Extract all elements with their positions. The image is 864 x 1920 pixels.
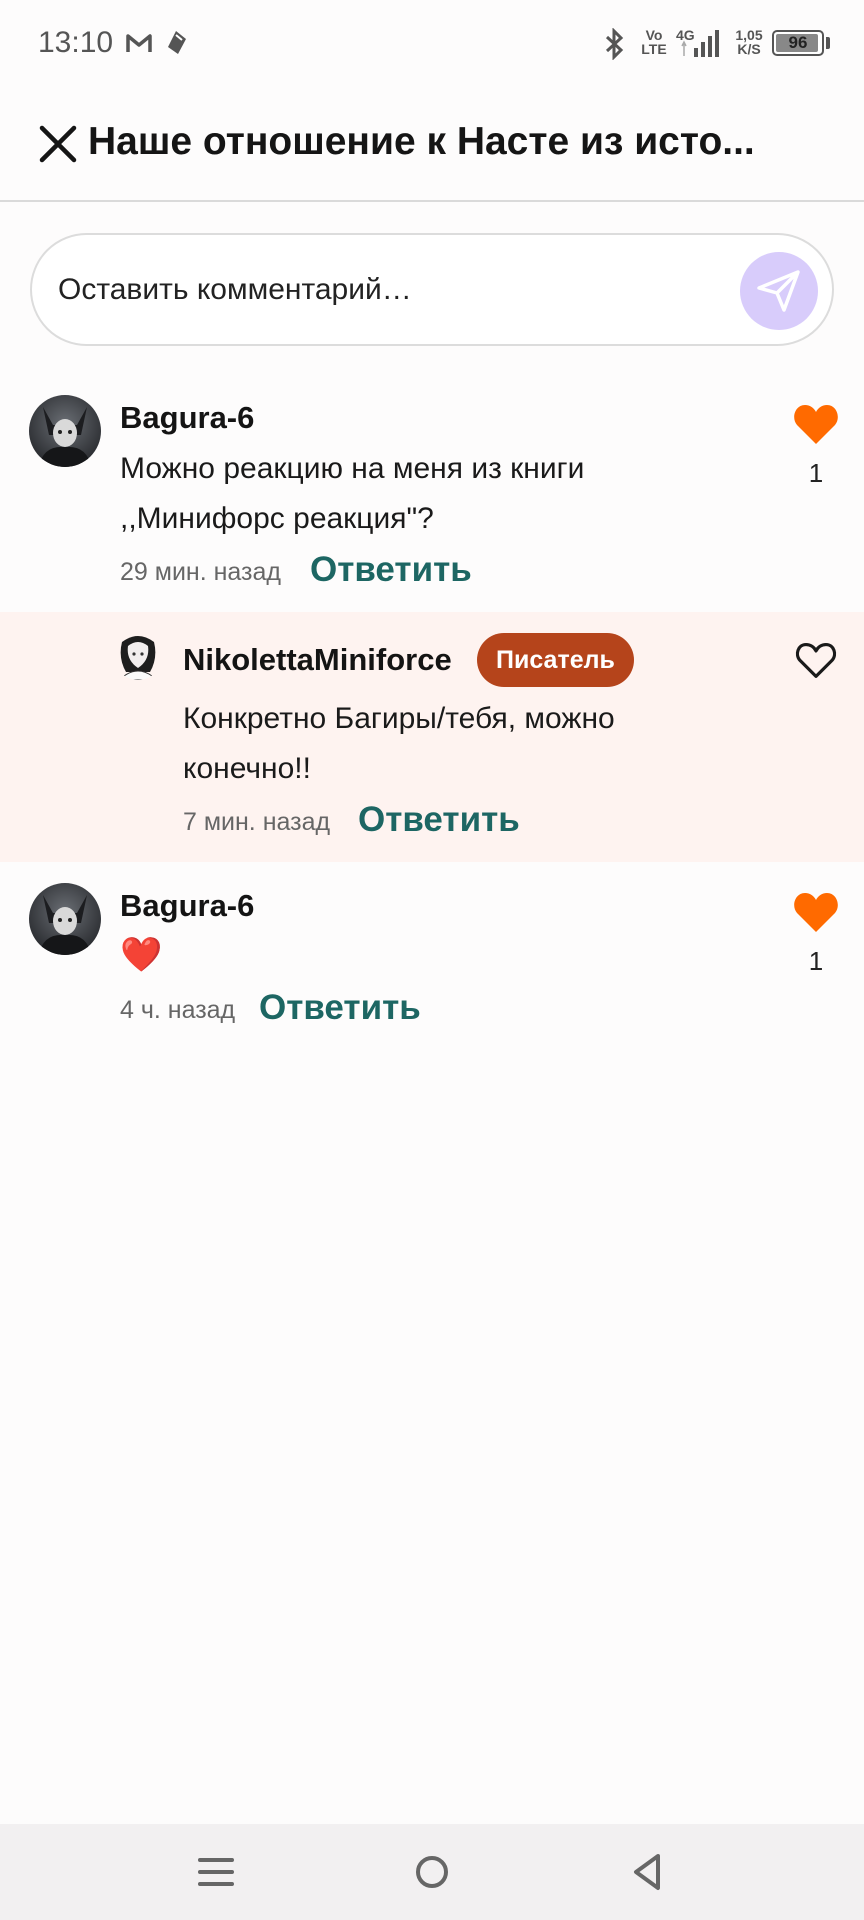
avatar-image [29, 883, 101, 955]
status-time: 13:10 [38, 26, 114, 59]
battery-icon: 96 [772, 30, 824, 56]
reply-button[interactable]: Ответить [310, 550, 472, 590]
heart-filled-icon [794, 893, 838, 932]
reply-item: NikolettaMiniforce Писатель Конкретно Ба… [0, 612, 864, 862]
back-button[interactable] [620, 1846, 676, 1898]
reply-button[interactable]: Ответить [259, 988, 421, 1028]
heart-filled-icon [794, 405, 838, 444]
comment-time: 4 ч. назад [120, 996, 236, 1024]
menu-icon [198, 1858, 234, 1886]
comment-item: Bagura-6 ❤️ 4 ч. назад Ответить 1 [0, 866, 864, 1046]
net-speed-unit: K/S [737, 41, 761, 57]
send-button[interactable] [740, 252, 818, 330]
send-icon [757, 270, 800, 312]
status-bar: 13:10 Vo LTE 4G 1,05 K/S 96 [0, 0, 864, 88]
net-speed: 1,05 K/S [732, 28, 766, 56]
menu-button[interactable] [188, 1846, 244, 1898]
avatar-image [114, 632, 162, 680]
battery-level: 96 [788, 33, 808, 52]
bluetooth-icon [605, 28, 624, 60]
comment-box [30, 233, 834, 346]
reply-button[interactable]: Ответить [358, 800, 520, 840]
home-button[interactable] [404, 1846, 460, 1898]
like-count: 1 [808, 458, 824, 488]
reply-text: Конкретно Багиры/тебя, можно конечно!! [183, 702, 615, 785]
comment-input[interactable] [58, 267, 708, 313]
comment-text: ❤️ [120, 936, 163, 974]
like-button[interactable] [792, 402, 840, 446]
writer-badge: Писатель [477, 633, 634, 687]
heart-outline-icon [795, 642, 837, 678]
header: Наше отношение к Насте из исто... [0, 100, 864, 202]
avatar[interactable] [29, 395, 101, 467]
comment-text: Можно реакцию на меня из книги ,,Минифор… [120, 452, 585, 535]
comment-username[interactable]: Bagura-6 [120, 400, 254, 436]
comment-time: 29 мин. назад [120, 558, 281, 586]
volte-label: Vo LTE [640, 28, 668, 56]
volte-bottom: LTE [641, 41, 667, 57]
page-title: Наше отношение к Насте из исто... [88, 120, 755, 163]
comment-item: Bagura-6 Можно реакцию на меня из книги … [0, 380, 864, 610]
reply-username[interactable]: NikolettaMiniforce [183, 642, 452, 678]
avatar-image [29, 395, 101, 467]
system-nav-bar [0, 1824, 864, 1920]
reply-time: 7 мин. назад [183, 808, 331, 836]
like-button[interactable] [794, 640, 838, 680]
battery-tip [826, 37, 830, 49]
like-button[interactable] [792, 890, 840, 934]
close-button[interactable] [34, 120, 82, 168]
like-count: 1 [808, 946, 824, 976]
notification-app-icon [168, 31, 186, 54]
back-icon [634, 1854, 660, 1890]
avatar[interactable] [29, 883, 101, 955]
comment-username[interactable]: Bagura-6 [120, 888, 254, 924]
gmail-icon [126, 34, 152, 52]
home-icon [416, 1856, 448, 1888]
avatar[interactable] [114, 632, 162, 680]
close-icon [39, 125, 77, 163]
signal-icon [681, 30, 719, 57]
